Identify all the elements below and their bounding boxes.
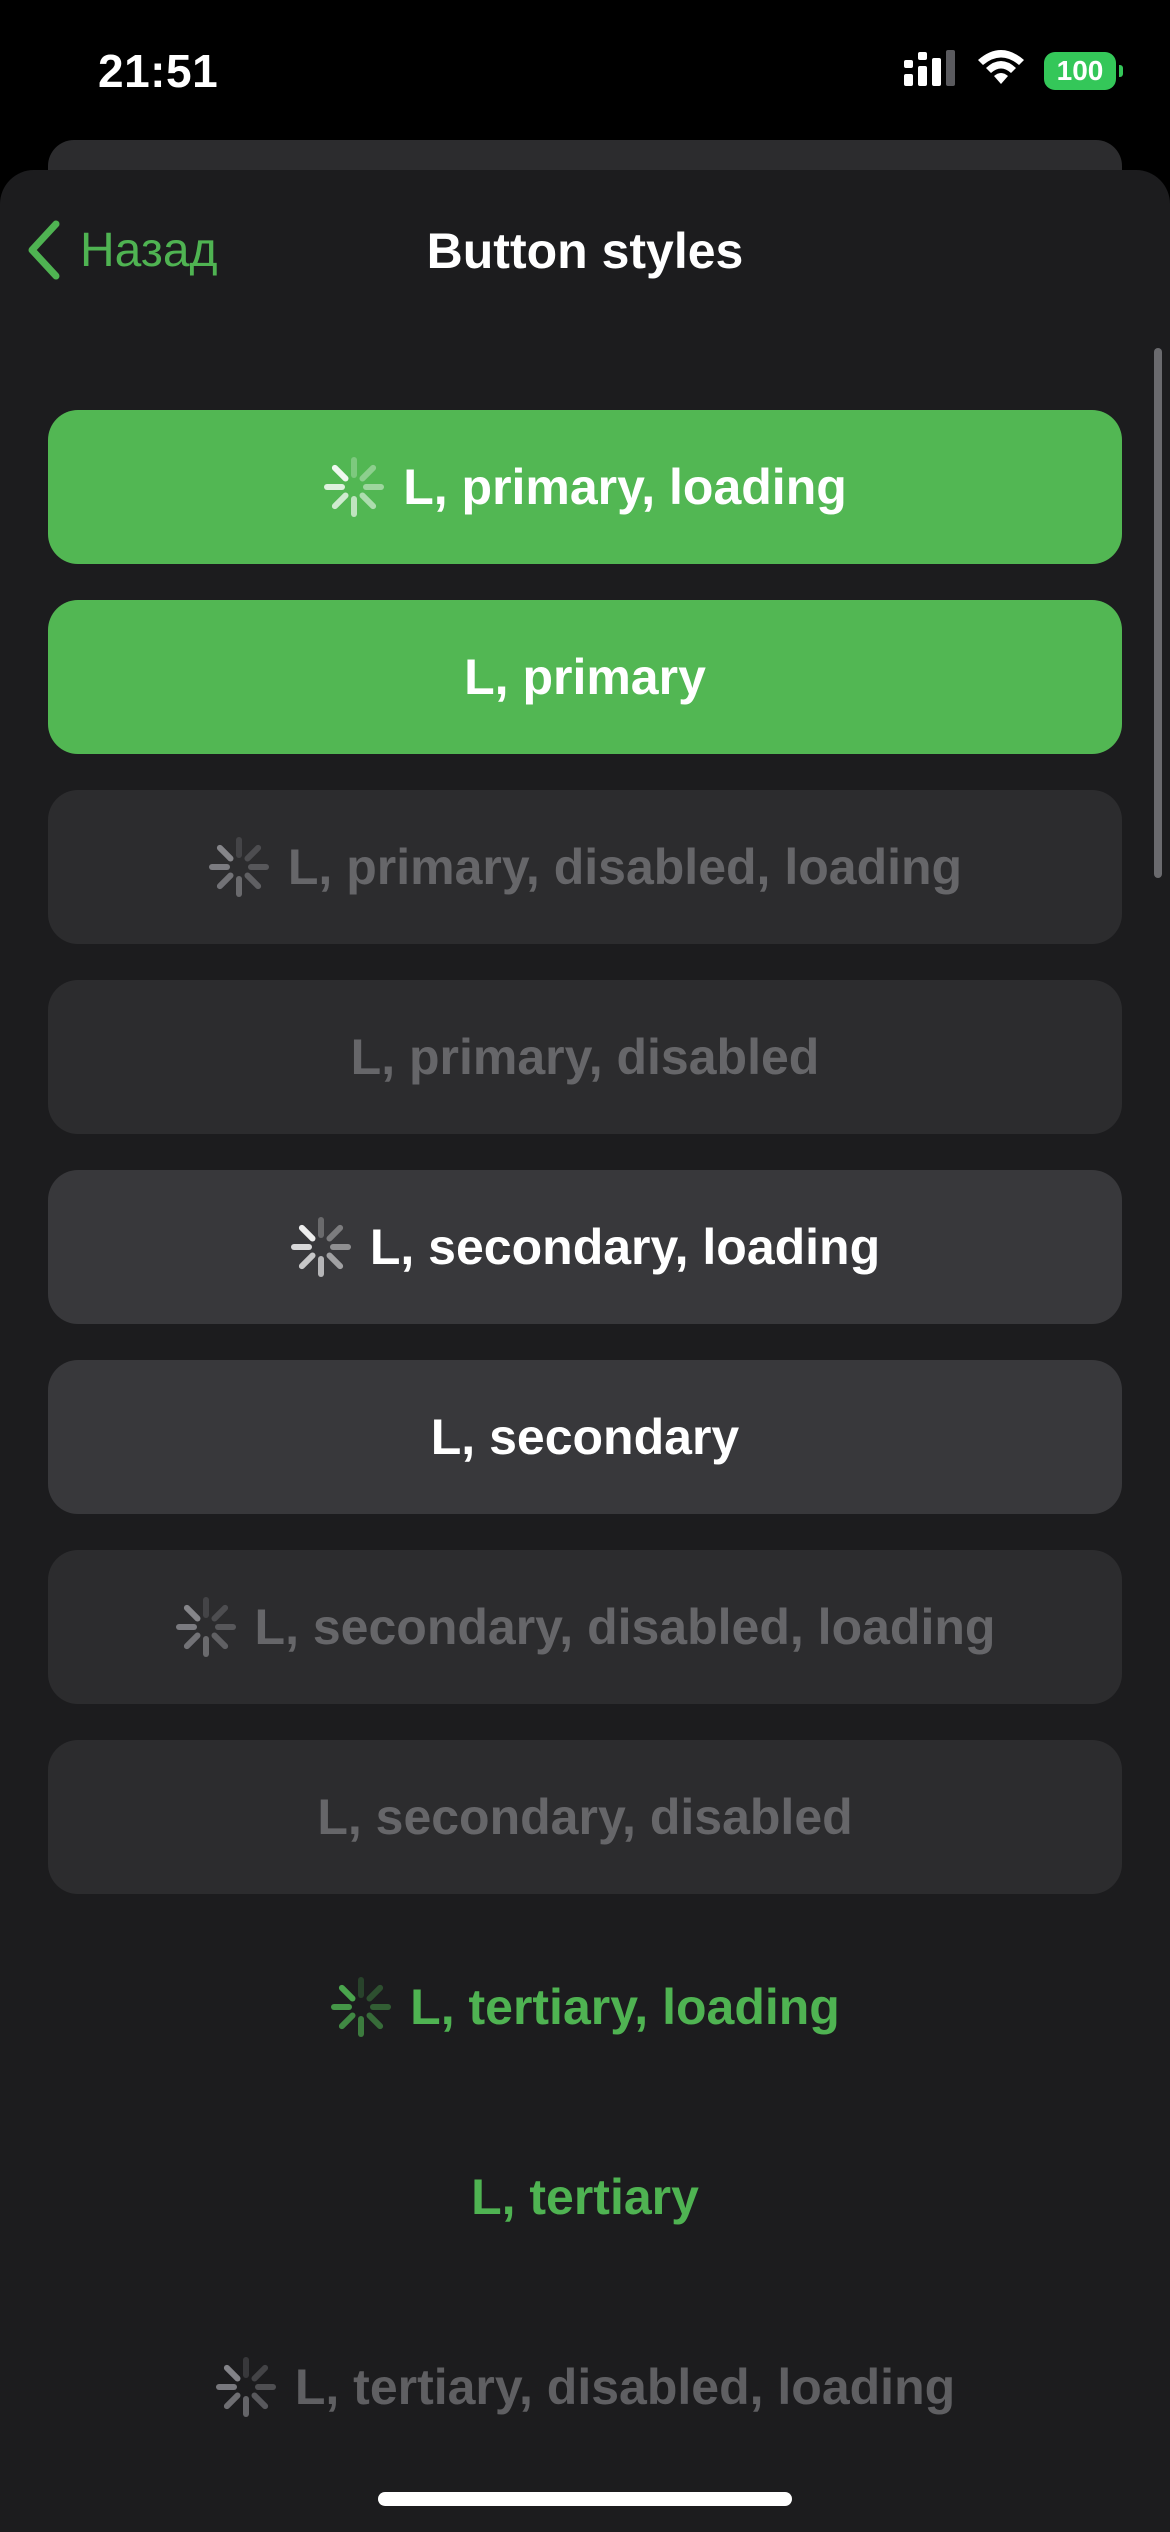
button-label: L, primary, disabled, loading <box>287 839 963 895</box>
wifi-icon <box>976 50 1026 91</box>
button-label: L, tertiary, disabled, loading <box>294 2359 956 2415</box>
button-primary-disabled[interactable]: L, primary, disabled <box>48 980 1122 1134</box>
button-primary-disabled-loading[interactable]: L, primary, disabled, loading <box>48 790 1122 944</box>
button-label: L, secondary, disabled, loading <box>254 1599 996 1655</box>
button-tertiary[interactable]: L, tertiary <box>48 2120 1122 2274</box>
button-secondary-loading[interactable]: L, secondary, loading <box>48 1170 1122 1324</box>
button-tertiary-loading[interactable]: L, tertiary, loading <box>48 1930 1122 2084</box>
button-label: L, primary, disabled <box>350 1029 820 1085</box>
button-label: L, secondary, disabled <box>317 1789 853 1845</box>
battery-icon: 100 <box>1044 51 1123 90</box>
spinner-icon <box>175 1597 236 1657</box>
button-label: L, primary, loading <box>403 459 847 515</box>
button-list: L, primary, loading L, primary L, primar… <box>48 410 1122 2500</box>
status-time: 21:51 <box>98 45 219 97</box>
modal-sheet: Назад Button styles L, primary, loading … <box>0 170 1170 2532</box>
button-tertiary-disabled-loading[interactable]: L, tertiary, disabled, loading <box>48 2310 1122 2464</box>
spinner-icon <box>331 1977 392 2037</box>
button-label: L, secondary <box>430 1409 740 1465</box>
battery-level: 100 <box>1056 54 1104 86</box>
page-title: Button styles <box>426 223 744 279</box>
button-label: L, primary <box>464 649 706 705</box>
home-indicator[interactable] <box>378 2492 792 2506</box>
navigation-bar: Назад Button styles <box>0 170 1170 340</box>
button-secondary[interactable]: L, secondary <box>48 1360 1122 1514</box>
spinner-icon <box>290 1217 351 1277</box>
status-bar: 21:51 100 <box>0 0 1170 150</box>
button-label: L, secondary, loading <box>369 1219 881 1275</box>
status-icons: 100 <box>904 50 1123 91</box>
spinner-icon <box>208 837 269 897</box>
button-label: L, tertiary, loading <box>410 1979 840 2035</box>
scroll-indicator[interactable] <box>1154 348 1162 878</box>
button-secondary-disabled-loading[interactable]: L, secondary, disabled, loading <box>48 1550 1122 1704</box>
button-primary-loading[interactable]: L, primary, loading <box>48 410 1122 564</box>
button-primary[interactable]: L, primary <box>48 600 1122 754</box>
signal-icon <box>904 50 958 91</box>
spinner-icon <box>324 457 385 517</box>
button-secondary-disabled[interactable]: L, secondary, disabled <box>48 1740 1122 1894</box>
button-label: L, tertiary <box>471 2169 699 2225</box>
spinner-icon <box>215 2357 276 2417</box>
